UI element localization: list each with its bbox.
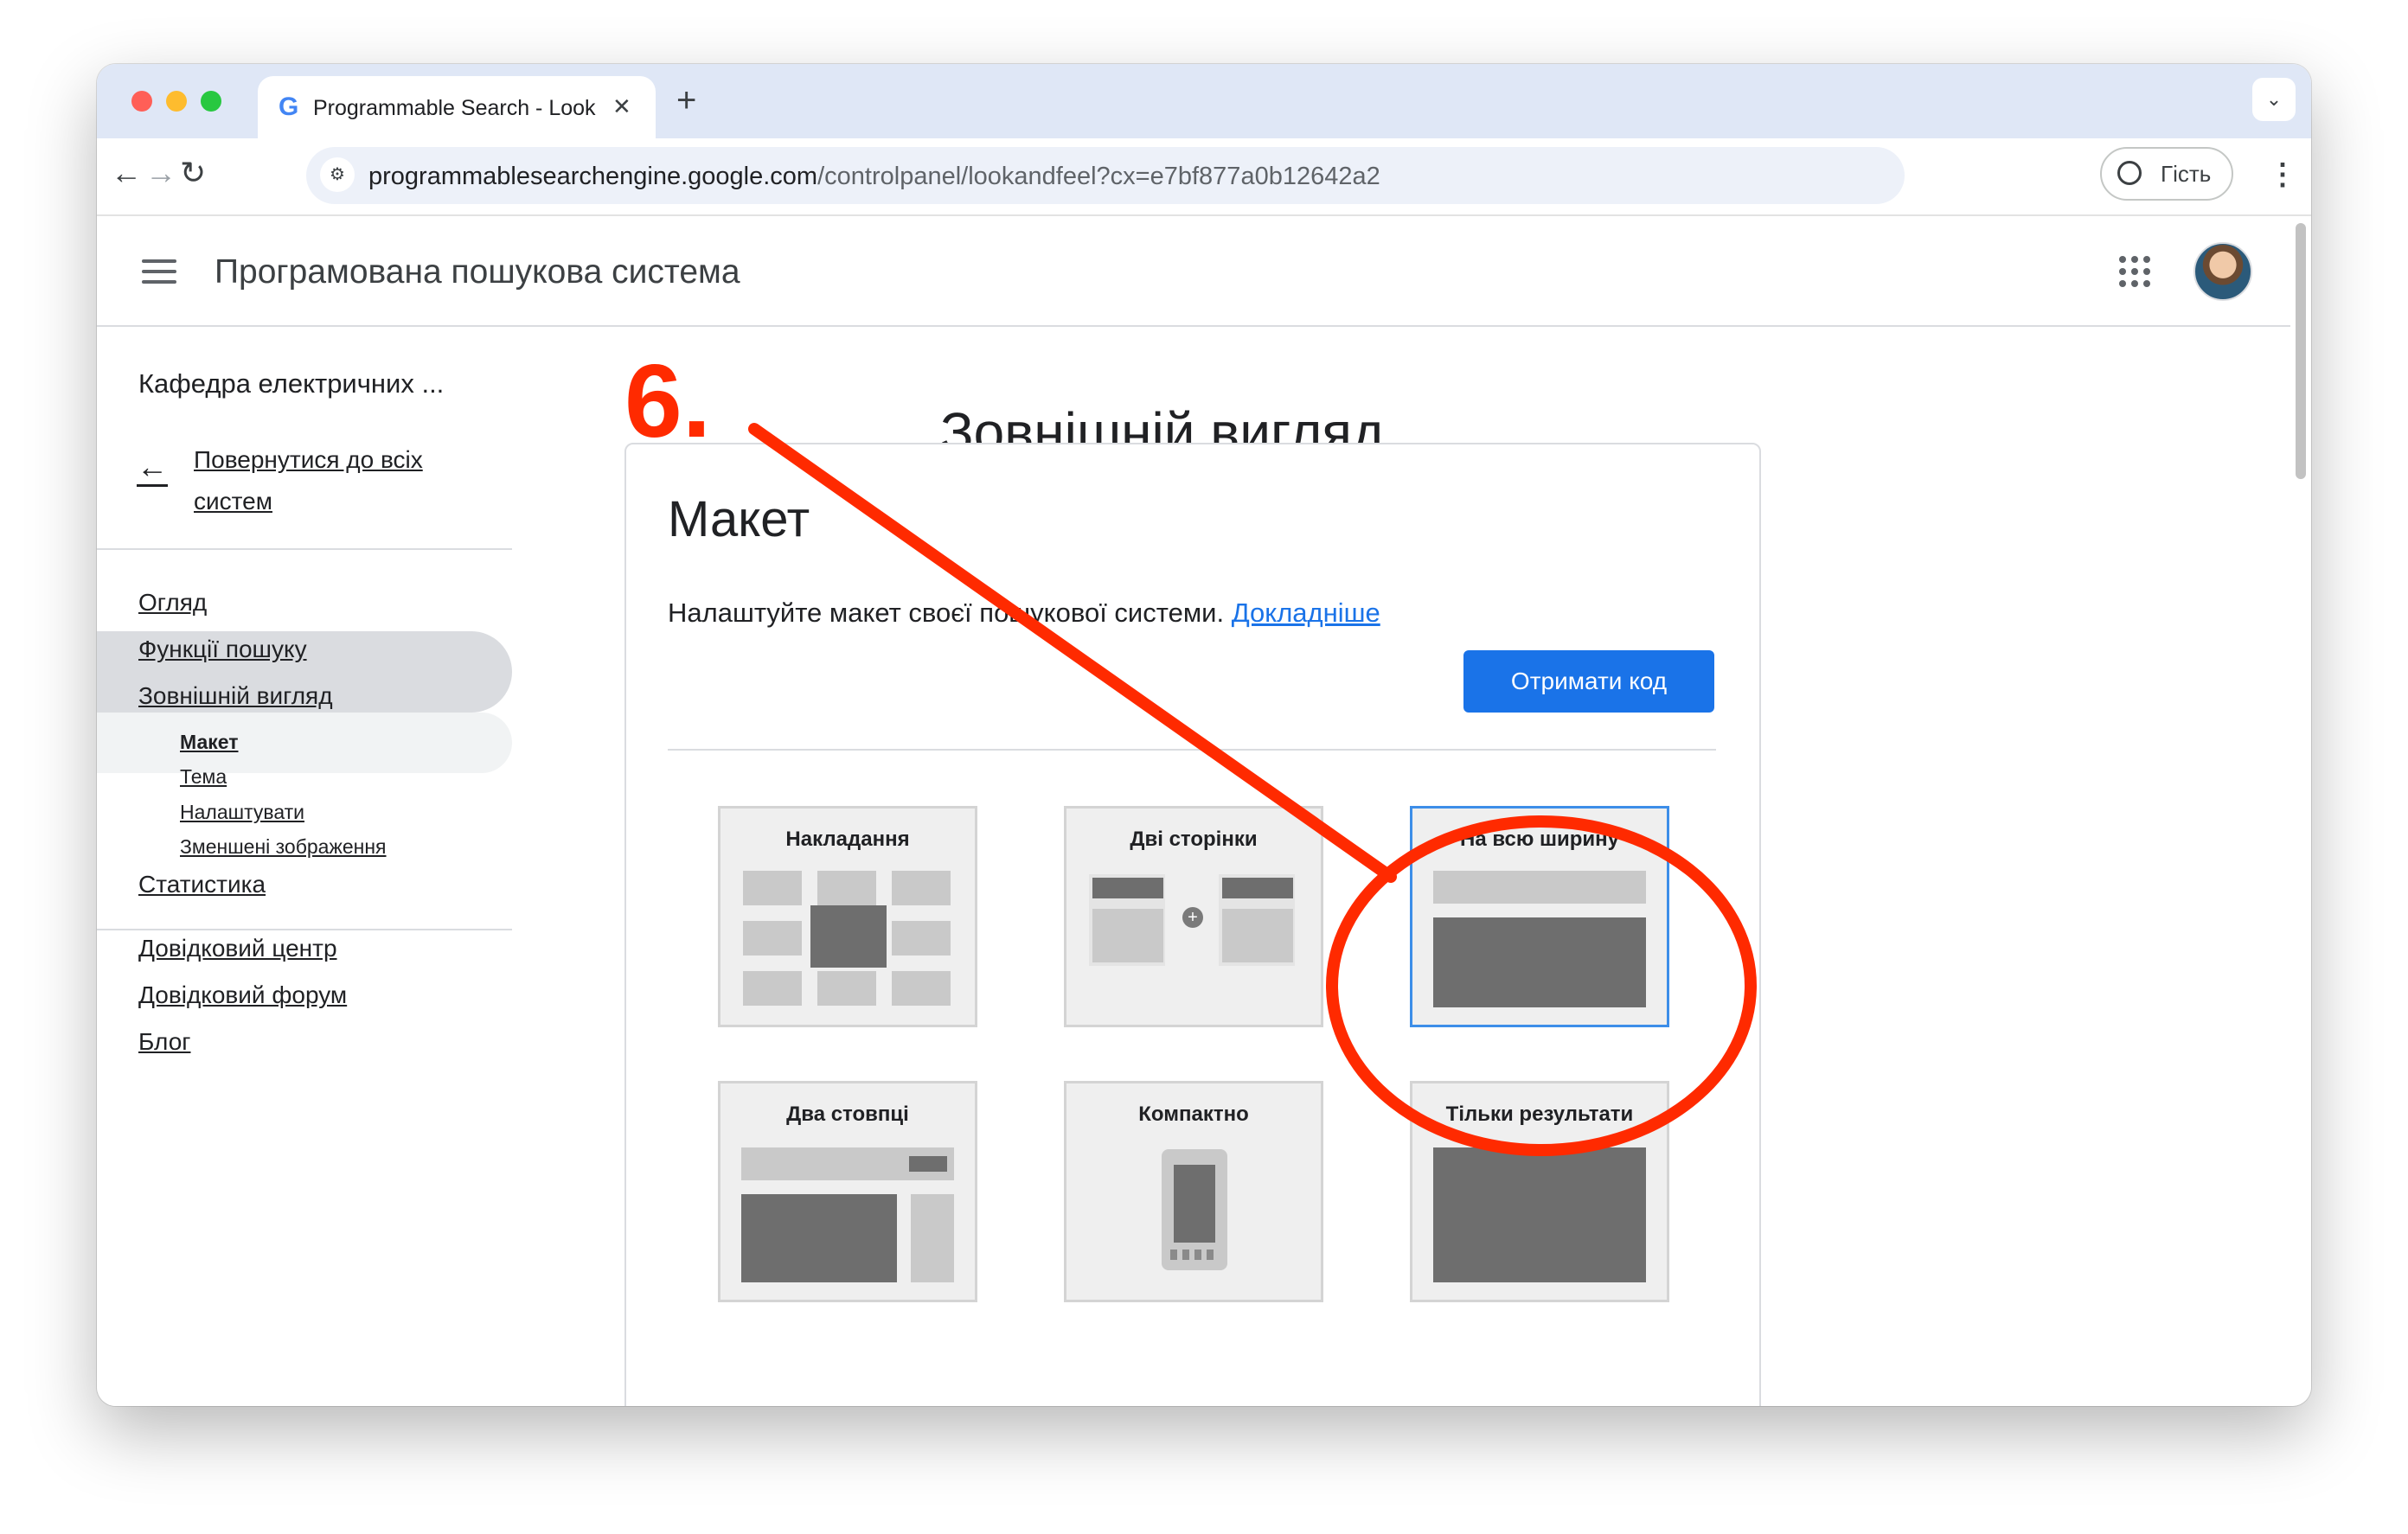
card-title: Макет: [668, 491, 810, 547]
sidebar-subitem-layout[interactable]: Макет: [180, 730, 239, 754]
sidebar-item-statistics[interactable]: Статистика: [138, 870, 266, 899]
close-window-button[interactable]: [131, 91, 152, 112]
hamburger-menu-icon[interactable]: [142, 259, 176, 291]
tab-search-chevron-icon[interactable]: ⌄: [2252, 78, 2296, 121]
layout-option-label: Компактно: [1138, 1103, 1249, 1126]
sidebar-item-overview[interactable]: Огляд: [138, 588, 207, 617]
layout-option-overlay[interactable]: Накладання: [718, 806, 977, 1027]
layout-option-label: Два стовпці: [786, 1103, 909, 1126]
layout-option-two-page[interactable]: Дві сторінки +: [1064, 806, 1323, 1027]
layout-option-label: Дві сторінки: [1130, 828, 1258, 851]
sidebar-item-blog[interactable]: Блог: [138, 1027, 191, 1057]
user-avatar[interactable]: [2193, 242, 2252, 301]
layout-option-label: Тільки результати: [1445, 1103, 1634, 1126]
tab-title: Programmable Search - Look: [313, 96, 596, 120]
scrollbar-thumb[interactable]: [2296, 223, 2306, 479]
site-info-icon[interactable]: ⚙: [320, 157, 355, 192]
sidebar-item-help-forum[interactable]: Довідковий форум: [138, 981, 347, 1010]
browser-window: G Programmable Search - Look ✕ + ⌄ ← → ↻…: [97, 64, 2311, 1406]
layout-option-label: На всю ширину: [1459, 828, 1620, 851]
browser-toolbar: ← → ↻ ⚙ programmablesearchengine.google.…: [97, 138, 2311, 216]
browser-tab[interactable]: G Programmable Search - Look ✕: [258, 76, 656, 138]
card-description-text: Налаштуйте макет своєї пошукової системи…: [668, 598, 1225, 628]
forward-arrow-icon[interactable]: →: [145, 154, 176, 192]
sidebar-subitem-theme[interactable]: Тема: [180, 764, 227, 789]
url-path: /controlpanel/lookandfeel?cx=e7bf877a0b1…: [817, 163, 1380, 190]
browser-titlebar: G Programmable Search - Look ✕ + ⌄: [97, 64, 2311, 138]
app-header: Програмована пошукова система: [97, 216, 2290, 327]
sidebar-divider: [97, 929, 512, 930]
back-arrow-icon[interactable]: ←: [137, 450, 168, 487]
sidebar-subitem-thumbnails[interactable]: Зменшені зображення: [180, 834, 387, 859]
plus-icon: +: [1182, 907, 1203, 928]
sidebar-item-help-center[interactable]: Довідковий центр: [138, 934, 337, 963]
url-host: programmablesearchengine.google.com: [368, 163, 818, 190]
url-text[interactable]: programmablesearchengine.google.com/cont…: [368, 162, 1380, 191]
card-description: Налаштуйте макет своєї пошукової системи…: [668, 597, 1380, 630]
minimize-window-button[interactable]: [166, 91, 187, 112]
guest-label: Гість: [2161, 161, 2212, 187]
get-code-button[interactable]: Отримати код: [1463, 650, 1714, 713]
back-to-all-engines-link[interactable]: Повернутися до всіх систем: [194, 439, 471, 522]
layout-card: Макет Налаштуйте макет своєї пошукової с…: [624, 443, 1761, 1406]
maximize-window-button[interactable]: [201, 91, 221, 112]
card-divider: [668, 749, 1716, 751]
sidebar-nav: Кафедра електричних ... ← Повернутися до…: [97, 327, 512, 1406]
learn-more-link[interactable]: Докладніше: [1232, 598, 1380, 628]
sidebar-subactive-highlight: [97, 713, 512, 773]
page-scrollbar[interactable]: [2290, 216, 2311, 1406]
new-tab-icon[interactable]: +: [676, 81, 696, 119]
sidebar-item-look-and-feel[interactable]: Зовнішній вигляд: [138, 681, 333, 711]
layout-option-label: Накладання: [785, 828, 910, 851]
close-tab-icon[interactable]: ✕: [612, 93, 631, 119]
address-bar[interactable]: ⚙ programmablesearchengine.google.com/co…: [306, 147, 1905, 204]
app-title: Програмована пошукова система: [215, 253, 740, 291]
reload-icon[interactable]: ↻: [180, 154, 206, 192]
google-apps-grid-icon[interactable]: [2119, 256, 2150, 287]
layout-option-results-only[interactable]: Тільки результати: [1410, 1081, 1669, 1302]
layout-option-two-column[interactable]: Два стовпці: [718, 1081, 977, 1302]
page-content: Програмована пошукова система Кафедра ел…: [97, 216, 2290, 1406]
project-name: Кафедра електричних ...: [138, 368, 445, 399]
guest-profile-icon: [2117, 161, 2142, 185]
browser-menu-icon[interactable]: ⋮: [2268, 156, 2297, 194]
sidebar-divider: [97, 548, 512, 550]
guest-profile-button[interactable]: Гість: [2100, 147, 2233, 201]
sidebar-item-search-features[interactable]: Функції пошуку: [138, 635, 307, 664]
layout-option-compact[interactable]: Компактно: [1064, 1081, 1323, 1302]
sidebar-subitem-customize[interactable]: Налаштувати: [180, 800, 304, 824]
google-favicon-icon: G: [279, 93, 299, 121]
layout-option-full-width[interactable]: На всю ширину: [1410, 806, 1669, 1027]
back-arrow-icon[interactable]: ←: [111, 154, 142, 192]
